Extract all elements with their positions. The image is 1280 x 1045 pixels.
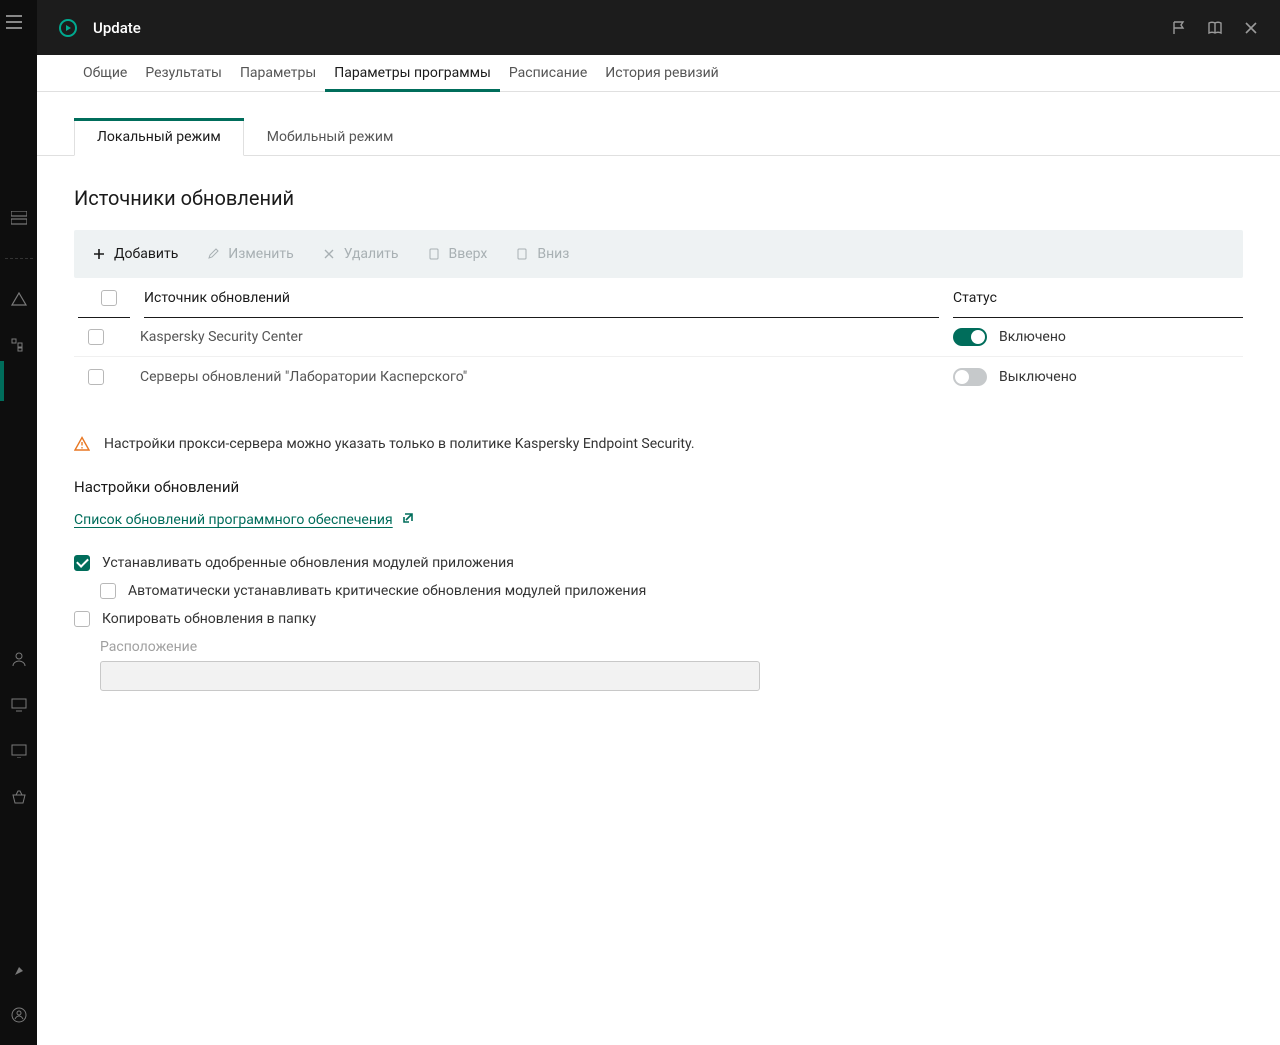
software-updates-link-row: Список обновлений программного обеспечен… [74,510,1243,529]
opt-autocritical-row: Автоматически устанавливать критические … [100,583,1243,599]
plus-icon [92,247,106,261]
update-icon [59,19,77,37]
sidebar-icon-users[interactable] [9,649,29,669]
approved-updates-label: Устанавливать одобренные обновления моду… [102,555,514,571]
opt-approved-row: Устанавливать одобренные обновления моду… [74,555,1243,571]
tab-program-parameters[interactable]: Параметры программы [325,55,500,91]
book-icon[interactable] [1206,19,1224,37]
copy-folder-checkbox[interactable] [74,611,90,627]
location-label: Расположение [100,639,1243,655]
sidebar-icon-settings[interactable] [9,959,29,979]
sidebar-icon-account[interactable] [9,1005,29,1025]
source-name: Серверы обновлений "Лаборатории Касперск… [140,369,467,385]
edit-button: Изменить [206,246,293,262]
status-text: Выключено [999,369,1077,385]
header-bar: Update [37,0,1280,55]
sidebar-icon-monitor[interactable] [9,741,29,761]
tab-results[interactable]: Результаты [136,55,231,91]
status-text: Включено [999,329,1066,345]
copy-folder-label: Копировать обновления в папку [102,611,316,627]
status-toggle[interactable] [953,328,987,346]
x-icon [322,247,336,261]
add-button[interactable]: Добавить [92,246,178,262]
warning-icon [74,436,90,452]
tab-parameters[interactable]: Параметры [231,55,325,91]
sub-tabs-wrap: Локальный режим Мобильный режим [37,92,1280,156]
sidebar-icon-basket[interactable] [9,787,29,807]
sub-tabs: Локальный режим Мобильный режим [74,118,1280,155]
pencil-icon [206,247,220,261]
sources-table: Источник обновлений Статус Kaspersky Sec… [74,278,1243,396]
delete-button: Удалить [322,246,399,262]
flag-icon[interactable] [1170,19,1188,37]
header-source[interactable]: Источник обновлений [144,278,939,318]
up-button: Вверх [427,246,488,262]
status-toggle[interactable] [953,368,987,386]
delete-button-label: Удалить [344,246,399,262]
sidebar-active-indicator [0,361,4,401]
sidebar-icon-alerts[interactable] [9,289,29,309]
tab-schedule[interactable]: Расписание [500,55,596,91]
software-updates-link[interactable]: Список обновлений программного обеспечен… [74,512,393,528]
row-checkbox[interactable] [88,369,104,385]
source-name: Kaspersky Security Center [140,329,303,345]
main-panel: Update Общие Результаты Параметры Параме… [37,0,1280,1045]
content-area: Источники обновлений Добавить Изменить У… [37,156,1280,721]
location-input [100,661,760,691]
tab-general[interactable]: Общие [74,55,136,91]
down-icon [515,247,529,261]
table-row[interactable]: Kaspersky Security Center Включено [74,318,1243,357]
settings-section-title: Настройки обновлений [74,478,1243,496]
add-button-label: Добавить [114,246,178,262]
hamburger-icon [5,15,23,29]
table-row[interactable]: Серверы обновлений "Лаборатории Касперск… [74,357,1243,396]
proxy-warning: Настройки прокси-сервера можно указать т… [74,436,1243,452]
select-all-checkbox[interactable] [101,290,117,306]
main-tabs: Общие Результаты Параметры Параметры про… [37,55,1280,92]
sidebar [0,0,37,1045]
down-button-label: Вниз [537,246,569,262]
header-status[interactable]: Статус [953,278,1243,318]
close-icon[interactable] [1242,19,1260,37]
sidebar-icon-structure[interactable] [9,335,29,355]
row-checkbox[interactable] [88,329,104,345]
up-icon [427,247,441,261]
sub-tab-local[interactable]: Локальный режим [74,118,244,156]
warning-text: Настройки прокси-сервера можно указать т… [104,436,695,452]
menu-toggle-button[interactable] [0,0,32,44]
sources-toolbar: Добавить Изменить Удалить Вверх Вниз [74,230,1243,278]
sidebar-divider [5,258,33,259]
sidebar-icon-devices[interactable] [9,695,29,715]
tab-revisions[interactable]: История ревизий [596,55,727,91]
page-title: Update [93,19,141,37]
auto-critical-label: Автоматически устанавливать критические … [128,583,646,599]
down-button: Вниз [515,246,569,262]
sub-tab-mobile[interactable]: Мобильный режим [244,118,417,155]
auto-critical-checkbox[interactable] [100,583,116,599]
opt-copyfolder-row: Копировать обновления в папку [74,611,1243,627]
sidebar-icon-dashboard[interactable] [9,208,29,228]
up-button-label: Вверх [449,246,488,262]
sources-section-title: Источники обновлений [74,186,1243,210]
table-header-row: Источник обновлений Статус [74,278,1243,318]
external-link-icon [401,510,415,529]
update-options: Устанавливать одобренные обновления моду… [74,555,1243,691]
approved-updates-checkbox[interactable] [74,555,90,571]
edit-button-label: Изменить [228,246,293,262]
header-checkbox-cell [78,278,130,318]
